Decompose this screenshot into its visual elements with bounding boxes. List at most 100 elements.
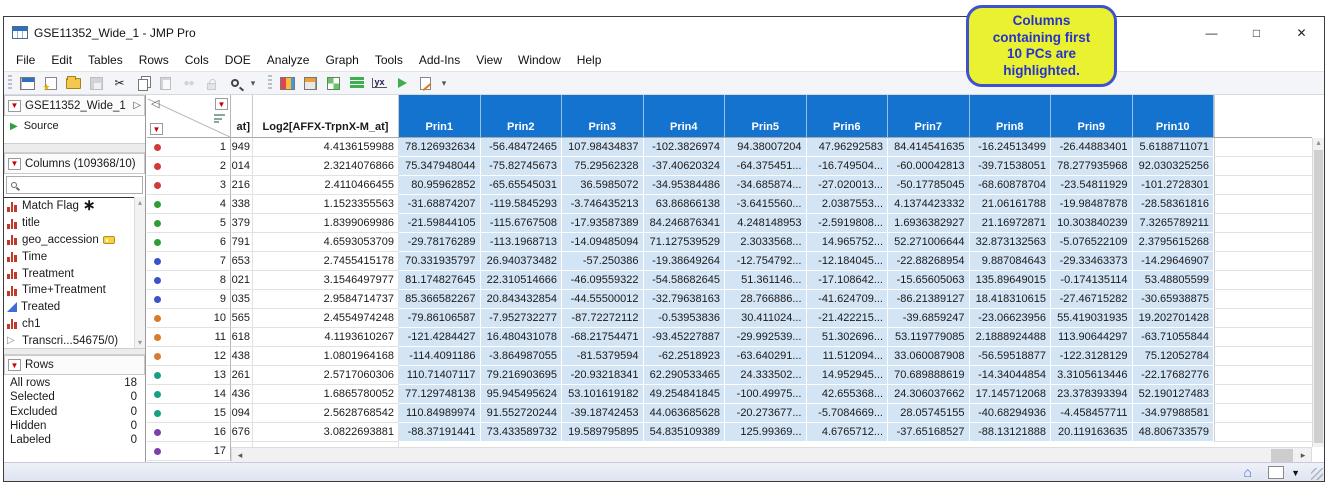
column-header-log2[interactable]: Log2[AFFX-TrpnX-M_at]: [253, 95, 399, 137]
cell-prin8[interactable]: 18.418310615: [970, 290, 1052, 309]
row-state-dot[interactable]: [154, 296, 161, 303]
cell-prin6[interactable]: 2.0387553...: [807, 195, 889, 214]
cell-prin4[interactable]: 71.127539529: [644, 233, 726, 252]
cell-prin1[interactable]: 110.84989974: [399, 404, 481, 423]
collapse-sidebar-icon[interactable]: ◁: [151, 97, 159, 110]
cell-prin10[interactable]: 7.3265789211: [1133, 214, 1215, 233]
cell-prin4[interactable]: -19.38649264: [644, 252, 726, 271]
row-number[interactable]: 12: [214, 347, 226, 365]
row-state-dot[interactable]: [154, 144, 161, 151]
cell-prin9[interactable]: 20.119163635: [1051, 423, 1133, 442]
cell-prin6[interactable]: -17.108642...: [807, 271, 889, 290]
cell-prin3[interactable]: -68.21754471: [562, 328, 644, 347]
overflow-icon[interactable]: ▾: [247, 74, 259, 93]
cell-prin1[interactable]: -21.59844105: [399, 214, 481, 233]
cell-prin1[interactable]: -114.4091186: [399, 347, 481, 366]
cell-prin5[interactable]: 30.411024...: [725, 309, 807, 328]
scroll-up-icon[interactable]: ▴: [1316, 138, 1320, 147]
cell-prin9[interactable]: -23.54811929: [1051, 176, 1133, 195]
row-header[interactable]: 1: [147, 138, 231, 157]
row-number[interactable]: 7: [220, 252, 226, 270]
close-button[interactable]: ✕: [1279, 17, 1324, 48]
cell-prin6[interactable]: -27.020013...: [807, 176, 889, 195]
row-number[interactable]: 3: [220, 176, 226, 194]
row-number[interactable]: 13: [214, 366, 226, 384]
column-header-prin10[interactable]: Prin10: [1133, 95, 1215, 137]
cell-prin2[interactable]: 16.480431078: [481, 328, 563, 347]
cell-prin1[interactable]: 85.366582267: [399, 290, 481, 309]
cell-prin2[interactable]: -3.864987055: [481, 347, 563, 366]
columns-list-scrollbar[interactable]: ▴ ▾: [134, 197, 145, 348]
column-item-match-flag[interactable]: Match Flag∗: [4, 198, 134, 215]
column-header-prin9[interactable]: Prin9: [1051, 95, 1133, 137]
cell-prin3[interactable]: 107.98434837: [562, 138, 644, 157]
cell-prin3[interactable]: -46.09559322: [562, 271, 644, 290]
menu-item-graph[interactable]: Graph: [317, 50, 366, 70]
cell-log2[interactable]: 2.9584714737: [253, 290, 399, 309]
menu-item-cols[interactable]: Cols: [177, 50, 217, 70]
cell-prin6[interactable]: -12.184045...: [807, 252, 889, 271]
cell-prin2[interactable]: -113.1968713: [481, 233, 563, 252]
row-number[interactable]: 8: [220, 271, 226, 289]
join-icon[interactable]: [392, 74, 413, 93]
cell-prin9[interactable]: 10.303840239: [1051, 214, 1133, 233]
cell-prin2[interactable]: 26.940373482: [481, 252, 563, 271]
cell-prin4[interactable]: -54.58682645: [644, 271, 726, 290]
cell-prin3[interactable]: -20.93218341: [562, 366, 644, 385]
maximize-button[interactable]: □: [1234, 17, 1279, 48]
cell-prin4[interactable]: 62.290533465: [644, 366, 726, 385]
lock-icon[interactable]: [201, 74, 222, 93]
row-number[interactable]: 15: [214, 404, 226, 422]
cell-prin5[interactable]: -12.754792...: [725, 252, 807, 271]
menu-item-edit[interactable]: Edit: [43, 50, 80, 70]
panel-splitter[interactable]: [4, 143, 145, 153]
cell-prin6[interactable]: 42.655368...: [807, 385, 889, 404]
cell-prin10[interactable]: -28.58361816: [1133, 195, 1215, 214]
row-state-dot[interactable]: [154, 277, 161, 284]
cell-prin1[interactable]: 77.129748138: [399, 385, 481, 404]
script-icon[interactable]: [415, 74, 436, 93]
cell-prin8[interactable]: -16.24513499: [970, 138, 1052, 157]
row-header[interactable]: 2: [147, 157, 231, 176]
cell-prin3[interactable]: 75.29562328: [562, 157, 644, 176]
cell-partial[interactable]: 565: [231, 309, 253, 328]
cell-log2[interactable]: 1.1523355563: [253, 195, 399, 214]
row-number[interactable]: 10: [214, 309, 226, 327]
cell-prin4[interactable]: 84.246876341: [644, 214, 726, 233]
cell-prin10[interactable]: 2.3795615268: [1133, 233, 1215, 252]
row-header[interactable]: 11: [147, 328, 231, 347]
cell-prin8[interactable]: 2.1888924488: [970, 328, 1052, 347]
cell-prin2[interactable]: -7.952732277: [481, 309, 563, 328]
cell-prin6[interactable]: 4.6765712...: [807, 423, 889, 442]
cell-prin2[interactable]: -56.48472465: [481, 138, 563, 157]
cell-partial[interactable]: 949: [231, 138, 253, 157]
cell-prin3[interactable]: -17.93587389: [562, 214, 644, 233]
cell-prin3[interactable]: -81.5379594: [562, 347, 644, 366]
row-number[interactable]: 9: [220, 290, 226, 308]
row-state-dot[interactable]: [154, 391, 161, 398]
column-item-time[interactable]: Time: [4, 248, 134, 265]
cell-partial[interactable]: 216: [231, 176, 253, 195]
columns-panel-red-triangle-icon[interactable]: ▼: [8, 158, 21, 170]
menu-item-add-ins[interactable]: Add-Ins: [411, 50, 468, 70]
cell-prin4[interactable]: -62.2518923: [644, 347, 726, 366]
cell-prin2[interactable]: 20.843432854: [481, 290, 563, 309]
cell-prin3[interactable]: -39.18742453: [562, 404, 644, 423]
cell-prin9[interactable]: -26.44883401: [1051, 138, 1133, 157]
cell-prin3[interactable]: 19.589795895: [562, 423, 644, 442]
row-number[interactable]: 1: [220, 138, 226, 156]
cell-log2[interactable]: 3.0822693881: [253, 423, 399, 442]
row-number[interactable]: 14: [214, 385, 226, 403]
cell-prin1[interactable]: 80.95962852: [399, 176, 481, 195]
cell-prin7[interactable]: -22.88268954: [888, 252, 970, 271]
cell-prin8[interactable]: -14.34044854: [970, 366, 1052, 385]
cell-prin3[interactable]: 53.101619182: [562, 385, 644, 404]
cell-partial[interactable]: 653: [231, 252, 253, 271]
cell-partial[interactable]: 021: [231, 271, 253, 290]
cell-prin8[interactable]: 21.16972871: [970, 214, 1052, 233]
row-number[interactable]: 5: [220, 214, 226, 232]
column-item-ch1[interactable]: ch1: [4, 316, 134, 333]
cell-partial[interactable]: 035: [231, 290, 253, 309]
cell-prin7[interactable]: -86.21389127: [888, 290, 970, 309]
cell-prin4[interactable]: -32.79638163: [644, 290, 726, 309]
